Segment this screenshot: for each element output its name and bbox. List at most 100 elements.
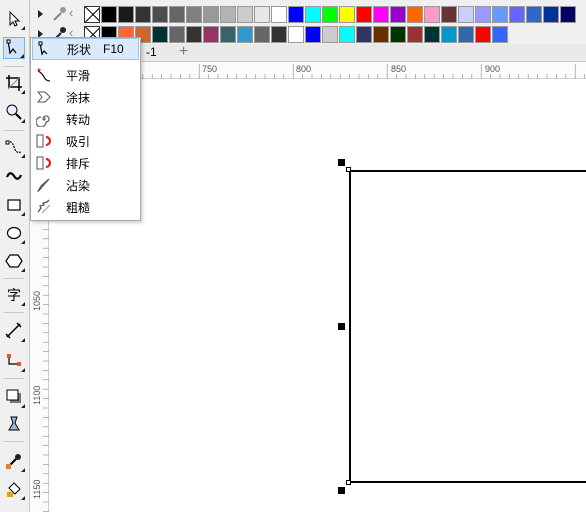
twirl-tool-icon [35,110,53,128]
shape-tool-button[interactable] [3,37,25,59]
color-swatch[interactable] [441,26,457,43]
artistic-media-icon [5,172,23,180]
rectangle-tool-button[interactable] [3,194,25,216]
color-swatch[interactable] [322,26,338,43]
document-tab-bar: -1 + [140,44,586,62]
color-swatch[interactable] [237,6,253,23]
flyout-item-label: 沾染 [66,178,91,193]
color-swatch[interactable] [135,6,151,23]
color-swatch[interactable] [441,6,457,23]
color-swatch[interactable] [220,26,236,43]
text-tool-button[interactable]: 字 [3,284,25,306]
color-swatch[interactable] [492,26,508,43]
freehand-tool-button[interactable] [3,136,25,158]
drop-shadow-tool-button[interactable] [3,386,25,408]
color-swatch[interactable] [424,6,440,23]
palette-eyedropper-icon[interactable] [52,6,66,22]
flyout-item-twirl[interactable]: 转动 [32,108,139,130]
attract-tool-icon [35,132,53,150]
color-swatch[interactable] [186,6,202,23]
color-swatch[interactable] [390,26,406,43]
zoom-tool-button[interactable] [3,101,25,123]
polygon-tool-button[interactable] [3,250,25,272]
flyout-item-label: 排斥 [66,156,91,171]
selection-handle[interactable] [338,323,345,330]
flyout-item-smear[interactable]: 涂抹 [32,86,139,108]
transparency-tool-button[interactable] [3,413,25,435]
flyout-item-roughen[interactable]: 粗糙 [32,196,139,218]
color-swatch[interactable] [101,6,117,23]
color-swatch[interactable] [186,26,202,43]
color-swatch[interactable] [237,26,253,43]
color-swatch[interactable] [373,6,389,23]
color-swatch[interactable] [203,6,219,23]
color-swatch[interactable] [475,6,491,23]
color-swatch[interactable] [492,6,508,23]
color-swatch[interactable] [203,26,219,43]
shape-tool-flyout: 形状 F10 平滑 涂抹 转动 吸引 排斥 沾染 粗糙 [30,37,141,221]
selection-handle[interactable] [338,159,345,166]
flyout-item-smudge[interactable]: 沾染 [32,174,139,196]
crop-tool-button[interactable] [3,72,25,94]
no-color-swatch[interactable] [84,6,100,23]
color-swatch[interactable] [220,6,236,23]
eyedropper-tool-button[interactable] [3,450,25,472]
flyout-item-label: 粗糙 [66,200,91,215]
color-swatch[interactable] [424,26,440,43]
color-swatch[interactable] [169,26,185,43]
palette-chevron-icon[interactable]: ‹ [69,5,73,21]
color-swatch[interactable] [356,26,372,43]
color-swatch[interactable] [475,26,491,43]
connector-tool-button[interactable] [3,350,25,372]
ellipse-tool-button[interactable] [3,222,25,244]
pick-tool-button[interactable] [3,8,25,30]
transparency-icon [8,416,20,431]
color-swatch[interactable] [288,6,304,23]
rectangle-object[interactable] [349,170,586,483]
flyout-item-shape[interactable]: 形状 F10 [32,38,139,60]
color-swatch[interactable] [288,26,304,43]
ruler-label: 1100 [32,385,42,405]
color-swatch[interactable] [118,6,134,23]
color-swatch[interactable] [543,6,559,23]
flyout-item-label: 平滑 [66,68,91,83]
color-swatch[interactable] [509,6,525,23]
artistic-media-tool-button[interactable] [3,165,25,187]
color-swatch[interactable] [322,6,338,23]
color-swatch[interactable] [356,6,372,23]
color-swatch[interactable] [152,6,168,23]
color-swatch[interactable] [339,26,355,43]
repel-tool-icon [35,154,53,172]
color-swatch[interactable] [152,26,168,43]
interactive-fill-tool-button[interactable] [3,478,25,500]
color-swatch[interactable] [169,6,185,23]
smooth-tool-icon [35,66,53,84]
color-swatch[interactable] [305,26,321,43]
shape-node[interactable] [346,167,351,172]
color-swatch[interactable] [390,6,406,23]
color-swatch[interactable] [560,6,576,23]
document-tab[interactable]: -1 [140,44,178,61]
color-swatch[interactable] [458,6,474,23]
dimension-tool-button[interactable] [3,320,25,342]
color-swatch[interactable] [407,26,423,43]
color-swatch[interactable] [271,6,287,23]
smear-tool-icon [35,88,53,106]
color-swatch[interactable] [407,6,423,23]
color-swatch[interactable] [526,6,542,23]
color-swatch[interactable] [254,26,270,43]
selection-handle[interactable] [338,487,345,494]
palette-scroll-arrow-icon[interactable] [38,10,43,18]
flyout-item-attract[interactable]: 吸引 [32,130,139,152]
ruler-label: 900 [485,64,501,74]
color-swatch[interactable] [254,6,270,23]
flyout-item-smooth[interactable]: 平滑 [32,64,139,86]
add-tab-button[interactable]: + [176,44,191,60]
flyout-item-repel[interactable]: 排斥 [32,152,139,174]
color-swatch[interactable] [305,6,321,23]
color-swatch[interactable] [271,26,287,43]
color-swatch[interactable] [339,6,355,23]
color-swatch[interactable] [373,26,389,43]
color-swatch[interactable] [458,26,474,43]
shape-node[interactable] [346,480,351,485]
